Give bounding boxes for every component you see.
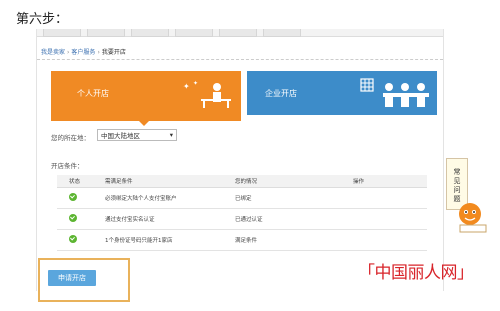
step-caption: 第六步： [16, 12, 69, 27]
breadcrumb-current: 我要开店 [101, 49, 126, 56]
condition-cell: 必须绑定大陆个人支付宝账户 [101, 187, 231, 209]
tab-personal-label: 个人开店 [77, 88, 109, 98]
divider [37, 59, 443, 60]
watermark: 「中国丽人网」 [358, 263, 474, 283]
status-cell [57, 229, 101, 251]
location-select[interactable]: 中国大陆地区 ▾ [97, 129, 177, 141]
header-condition: 需满足条件 [101, 175, 231, 188]
breadcrumb-link-service[interactable]: 客户服务 [71, 49, 95, 56]
action-cell [349, 187, 427, 209]
table-header-row: 状态 需满足条件 您的情况 操作 [57, 175, 427, 188]
person-at-desk-icon: ✦ ✦ [183, 80, 231, 108]
header-action: 操作 [349, 175, 427, 188]
nav-tab[interactable] [131, 29, 169, 37]
your-status-cell: 已绑定 [231, 187, 349, 209]
check-circle-icon [69, 213, 77, 222]
header-status: 状态 [57, 175, 101, 188]
status-cell [57, 208, 101, 230]
apply-highlight-box: 申请开店 [38, 258, 130, 302]
nav-tab[interactable] [43, 29, 81, 37]
nav-tab[interactable] [263, 29, 301, 37]
check-circle-icon [69, 192, 77, 201]
nav-tab[interactable] [219, 29, 257, 37]
breadcrumb: 我是卖家 › 客户服务 › 我要开店 [41, 49, 126, 56]
nav-tab[interactable] [175, 29, 213, 37]
chevron-down-icon: ▾ [169, 131, 173, 139]
status-cell [57, 187, 101, 209]
table-row: 必须绑定大陆个人支付宝账户 已绑定 [57, 187, 427, 209]
header-your-status: 您的情况 [231, 175, 349, 188]
check-circle-icon [69, 234, 77, 243]
breadcrumb-link-seller[interactable]: 我是卖家 [41, 49, 65, 56]
conditions-label: 开店条件： [51, 162, 84, 170]
action-cell [349, 208, 427, 230]
svg-text:✦: ✦ [193, 80, 198, 87]
tab-company-label: 企业开店 [265, 88, 297, 98]
nav-tab[interactable] [87, 29, 125, 37]
location-value: 中国大陆地区 [101, 132, 140, 140]
tab-company-shop[interactable]: 企业开店 [247, 71, 437, 115]
apply-shop-button[interactable]: 申请开店 [48, 270, 96, 286]
company-meeting-icon [360, 78, 429, 107]
active-tab-pointer [139, 121, 149, 126]
your-status-cell: 满足条件 [231, 229, 349, 251]
table-row: 1个身份证号码只能开1家店 满足条件 [57, 229, 427, 251]
table-row: 通过支付宝实名认证 已通过认证 [57, 208, 427, 230]
top-nav [37, 29, 443, 37]
mascot-icon [459, 203, 487, 233]
taobao-screenshot: 我是卖家 › 客户服务 › 我要开店 个人开店 ✦ ✦ 企业开店 您的所在地： 中国大陆… [36, 29, 444, 291]
conditions-table: 状态 需满足条件 您的情况 操作 必须绑定大陆个人支付宝账户 已绑定 通过支付宝… [57, 175, 427, 251]
your-status-cell: 已通过认证 [231, 208, 349, 230]
location-label: 您的所在地： [51, 134, 90, 142]
condition-cell: 通过支付宝实名认证 [101, 208, 231, 230]
action-cell [349, 229, 427, 251]
condition-cell: 1个身份证号码只能开1家店 [101, 229, 231, 251]
tab-personal-shop[interactable]: 个人开店 ✦ ✦ [51, 71, 241, 115]
svg-text:✦: ✦ [183, 82, 190, 91]
